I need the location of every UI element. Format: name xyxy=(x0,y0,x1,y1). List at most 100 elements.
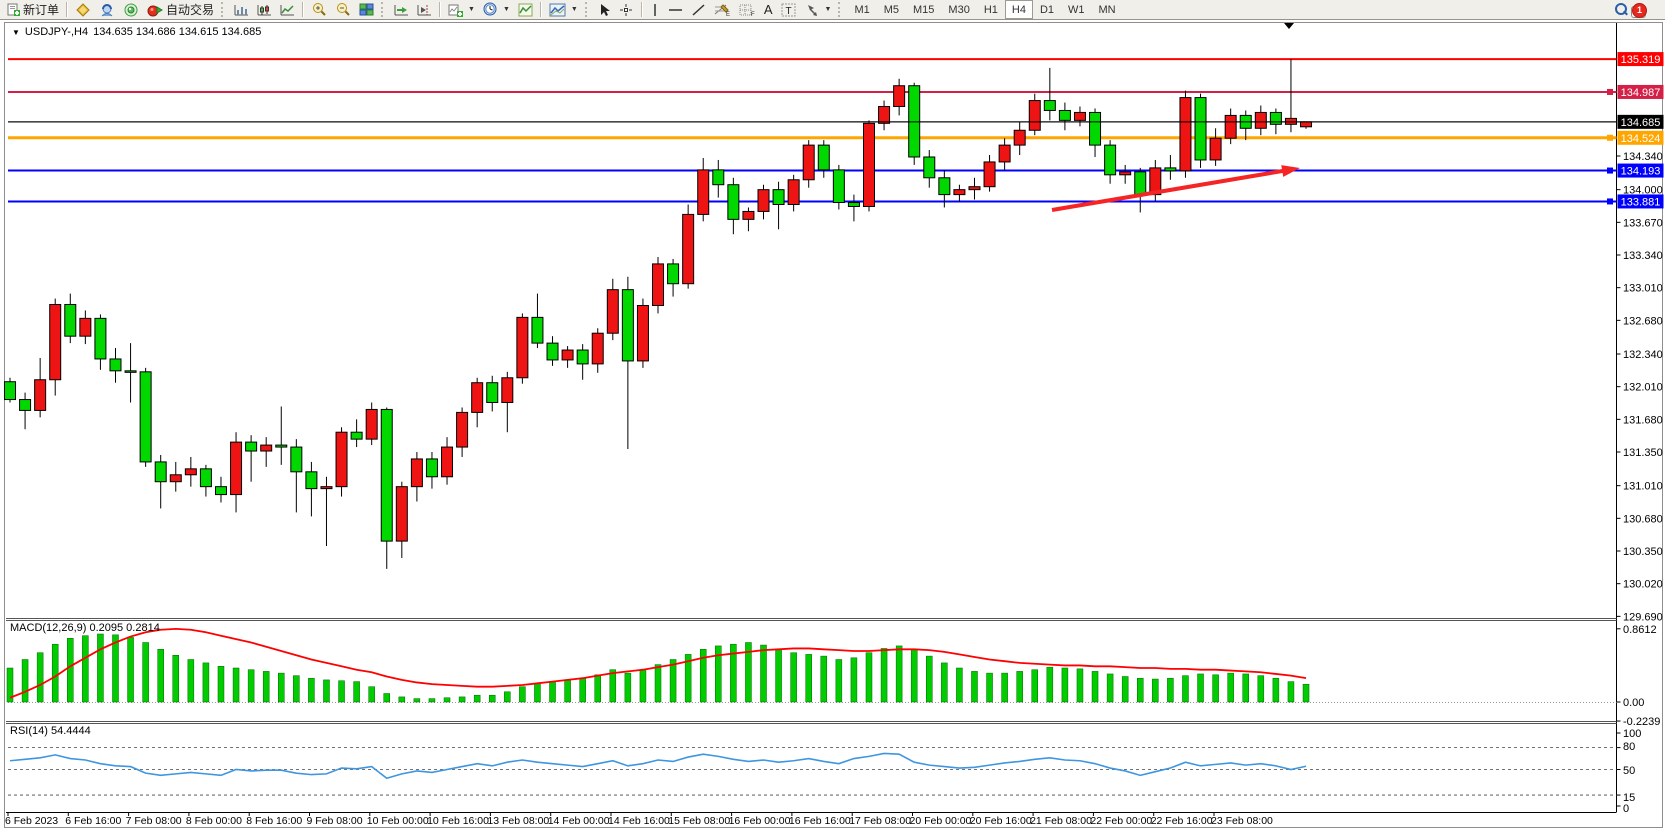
macd-hist-bar xyxy=(881,648,887,702)
macd-hist-bar xyxy=(1137,678,1143,702)
candle-bull xyxy=(185,469,196,475)
candle-bear xyxy=(1135,172,1146,195)
time-axis: 6 Feb 20236 Feb 16:007 Feb 08:008 Feb 00… xyxy=(5,812,1273,827)
rsi-axis-tick: 0 xyxy=(1623,803,1629,815)
macd-hist-bar xyxy=(474,695,480,702)
trend-arrow-annotation xyxy=(1052,165,1300,210)
macd-hist-bar xyxy=(384,694,390,703)
price-lines xyxy=(8,59,1617,204)
time-axis-label: 10 Feb 00:00 xyxy=(367,815,429,827)
time-axis-label: 14 Feb 16:00 xyxy=(608,815,670,827)
time-axis-label: 6 Feb 16:00 xyxy=(65,815,121,827)
price-axis: 134.340134.000133.670133.340133.010132.6… xyxy=(1617,52,1664,623)
candle-bear xyxy=(622,290,633,361)
candle-bear xyxy=(818,145,829,170)
chart-canvas[interactable]: 134.340134.000133.670133.340133.010132.6… xyxy=(0,0,1665,837)
candle-bull xyxy=(1255,112,1266,128)
time-axis-label: 8 Feb 00:00 xyxy=(186,815,242,827)
macd-hist-bar xyxy=(504,692,510,702)
macd-hist-bar xyxy=(806,654,812,702)
price-axis-tick: 132.680 xyxy=(1623,315,1663,327)
candle-bull xyxy=(879,107,890,124)
candle-bull xyxy=(863,123,874,206)
candle-bull xyxy=(683,214,694,283)
macd-hist-bar xyxy=(896,646,902,702)
macd-hist-bar xyxy=(836,660,842,703)
macd-hist-bar xyxy=(67,638,73,702)
rsi-pane-label: RSI(14) 54.4444 xyxy=(10,725,91,737)
candle-bear xyxy=(155,462,166,482)
candle-bear xyxy=(1270,112,1281,124)
price-axis-tick: 130.680 xyxy=(1623,513,1663,525)
price-label-text: 135.319 xyxy=(1621,54,1661,66)
chart-collapse-icon[interactable]: ▼ xyxy=(12,28,20,37)
macd-hist-bar xyxy=(323,680,329,702)
candle-bear xyxy=(713,170,724,185)
candle-bull xyxy=(562,350,573,360)
macd-hist-bar xyxy=(791,653,797,702)
candle-bull xyxy=(411,459,422,487)
macd-hist-bar xyxy=(1167,678,1173,702)
time-axis-label: 20 Feb 00:00 xyxy=(910,815,972,827)
macd-hist-bar xyxy=(670,660,676,703)
candle-bear xyxy=(532,317,543,343)
time-axis-label: 16 Feb 16:00 xyxy=(789,815,851,827)
price-label-text: 134.193 xyxy=(1621,166,1661,178)
candle-bear xyxy=(200,469,211,487)
candle-bull xyxy=(50,305,61,380)
macd-hist-bar xyxy=(128,637,134,702)
macd-hist-bar xyxy=(399,697,405,702)
rsi-axis-tick: 50 xyxy=(1623,765,1635,777)
macd-hist-bar xyxy=(22,660,28,703)
price-axis-tick: 131.010 xyxy=(1623,481,1663,493)
macd-hist-bar xyxy=(851,658,857,702)
macd-hist-bar xyxy=(987,673,993,702)
candle-bull xyxy=(653,264,664,306)
macd-hist-bar xyxy=(233,668,239,702)
candle-bull xyxy=(1014,130,1025,145)
candle-bear xyxy=(306,472,317,489)
candle-bull xyxy=(1074,112,1085,120)
candle-bear xyxy=(110,359,121,371)
price-line-handle xyxy=(1607,135,1613,141)
chart-top-marker xyxy=(1284,23,1294,29)
candle-bull xyxy=(336,432,347,486)
time-axis-label: 17 Feb 08:00 xyxy=(849,815,911,827)
candle-bull xyxy=(999,145,1010,162)
macd-hist-bar xyxy=(1122,677,1128,703)
macd-hist-bar xyxy=(1182,676,1188,702)
candle-bull xyxy=(35,380,46,411)
macd-pane: 0.86120.00-0.2239 xyxy=(7,624,1660,728)
macd-hist-bar xyxy=(1077,669,1083,702)
macd-pane-label: MACD(12,26,9) 0.2095 0.2814 xyxy=(10,622,160,634)
candle-bear xyxy=(487,383,498,403)
macd-hist-bar xyxy=(1032,670,1038,702)
macd-hist-bar xyxy=(1002,673,1008,702)
candle-bear xyxy=(1044,101,1055,111)
chart-title-bar[interactable]: ▼ USDJPY-,H4 134.635 134.686 134.615 134… xyxy=(12,26,261,38)
rsi-line xyxy=(10,753,1306,778)
candle-bear xyxy=(140,372,151,462)
macd-hist-bar xyxy=(1198,674,1204,702)
rsi-label: RSI(14) xyxy=(10,725,48,737)
macd-hist-bar xyxy=(580,678,586,702)
price-axis-tick: 131.350 xyxy=(1623,447,1663,459)
macd-hist-bar xyxy=(1303,684,1309,702)
candles xyxy=(5,59,1312,569)
macd-hist-bar xyxy=(52,644,58,702)
macd-hist-bar xyxy=(565,680,571,702)
time-axis-label: 9 Feb 08:00 xyxy=(307,815,363,827)
candle-bear xyxy=(125,371,136,373)
macd-hist-bar xyxy=(655,665,661,702)
macd-hist-bar xyxy=(550,682,556,702)
macd-hist-bar xyxy=(308,678,314,702)
macd-label: MACD(12,26,9) xyxy=(10,622,86,634)
macd-hist-bar xyxy=(1258,676,1264,702)
price-axis-tick: 132.010 xyxy=(1623,382,1663,394)
macd-hist-bar xyxy=(1213,675,1219,702)
candle-bull xyxy=(457,412,468,447)
macd-hist-bar xyxy=(37,653,43,702)
macd-hist-bar xyxy=(112,635,118,702)
macd-axis-tick: -0.2239 xyxy=(1623,716,1660,728)
time-axis-label: 22 Feb 16:00 xyxy=(1151,815,1213,827)
